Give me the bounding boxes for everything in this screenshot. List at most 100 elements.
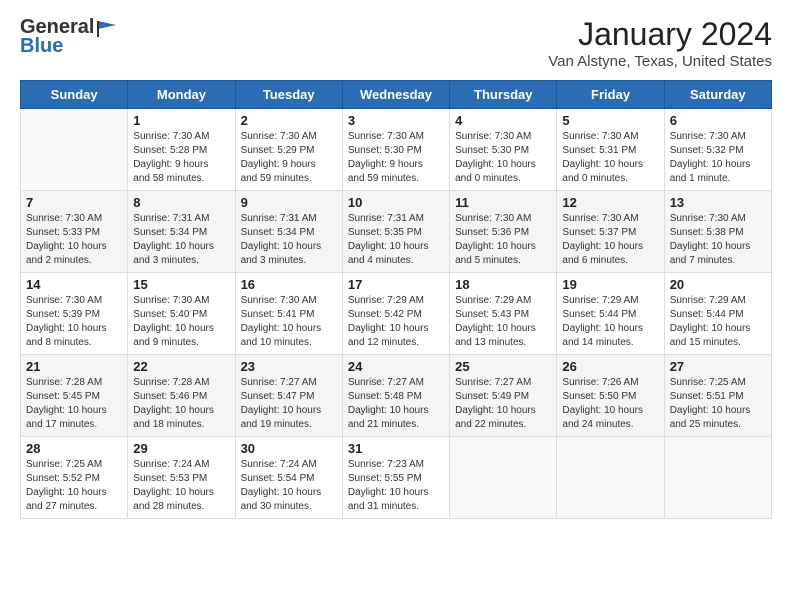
day-cell: 20 Sunrise: 7:29 AM Sunset: 5:44 PM Dayli…: [664, 273, 771, 355]
day-cell: 30Sunrise: 7:24 AM Sunset: 5:54 PM Dayli…: [235, 437, 342, 519]
calendar-table: SundayMondayTuesdayWednesdayThursdayFrid…: [20, 80, 772, 519]
day-cell: 14Sunrise: 7:30 AM Sunset: 5:39 PM Dayli…: [21, 273, 128, 355]
day-number: 10: [348, 195, 444, 210]
header-thursday: Thursday: [450, 81, 557, 109]
day-number: 5: [562, 113, 658, 128]
day-cell: 16 Sunrise: 7:30 AM Sunset: 5:41 PM Dayli…: [235, 273, 342, 355]
day-info: Sunrise: 7:30 AM Sunset: 5:29 PM Dayligh…: [241, 130, 337, 186]
day-cell: 4 Sunrise: 7:30 AM Sunset: 5:30 PM Daylig…: [450, 109, 557, 191]
logo-flag-icon: [96, 19, 118, 37]
header-row: SundayMondayTuesdayWednesdayThursdayFrid…: [21, 81, 772, 109]
day-number: 1: [133, 113, 229, 128]
day-number: 28: [26, 441, 122, 456]
day-number: 20: [670, 277, 766, 292]
day-info: Sunrise: 7:30 AM Sunset: 5:33 PM Dayligh…: [26, 212, 122, 268]
day-info: Sunrise: 7:31 AM Sunset: 5:35 PM Dayligh…: [348, 212, 444, 268]
day-cell: [664, 437, 771, 519]
week-row-2: 7 Sunrise: 7:30 AM Sunset: 5:33 PM Daylig…: [21, 191, 772, 273]
day-number: 4: [455, 113, 551, 128]
day-number: 15: [133, 277, 229, 292]
day-cell: 25 Sunrise: 7:27 AM Sunset: 5:49 PM Dayli…: [450, 355, 557, 437]
day-number: 19: [562, 277, 658, 292]
day-cell: 7 Sunrise: 7:30 AM Sunset: 5:33 PM Daylig…: [21, 191, 128, 273]
day-number: 14: [26, 277, 122, 292]
day-info: Sunrise: 7:30 AM Sunset: 5:36 PM Dayligh…: [455, 212, 551, 268]
logo-blue: Blue: [20, 35, 63, 58]
day-cell: 17 Sunrise: 7:29 AM Sunset: 5:42 PM Dayli…: [342, 273, 449, 355]
day-cell: 1 Sunrise: 7:30 AM Sunset: 5:28 PM Daylig…: [128, 109, 235, 191]
day-info: Sunrise: 7:30 AM Sunset: 5:28 PM Dayligh…: [133, 130, 229, 186]
week-row-1: 1 Sunrise: 7:30 AM Sunset: 5:28 PM Daylig…: [21, 109, 772, 191]
day-info: Sunrise: 7:31 AM Sunset: 5:34 PM Dayligh…: [133, 212, 229, 268]
day-number: 18: [455, 277, 551, 292]
day-cell: 15Sunrise: 7:30 AM Sunset: 5:40 PM Dayli…: [128, 273, 235, 355]
day-number: 24: [348, 359, 444, 374]
day-cell: 18 Sunrise: 7:29 AM Sunset: 5:43 PM Dayli…: [450, 273, 557, 355]
day-info: Sunrise: 7:30 AM Sunset: 5:32 PM Dayligh…: [670, 130, 766, 186]
day-cell: 29Sunrise: 7:24 AM Sunset: 5:53 PM Dayli…: [128, 437, 235, 519]
day-cell: 13 Sunrise: 7:30 AM Sunset: 5:38 PM Dayli…: [664, 191, 771, 273]
day-info: Sunrise: 7:27 AM Sunset: 5:49 PM Dayligh…: [455, 376, 551, 432]
day-number: 23: [241, 359, 337, 374]
day-number: 2: [241, 113, 337, 128]
day-info: Sunrise: 7:30 AM Sunset: 5:41 PM Dayligh…: [241, 294, 337, 350]
day-info: Sunrise: 7:29 AM Sunset: 5:44 PM Dayligh…: [670, 294, 766, 350]
day-number: 21: [26, 359, 122, 374]
day-cell: 27 Sunrise: 7:25 AM Sunset: 5:51 PM Dayli…: [664, 355, 771, 437]
day-number: 17: [348, 277, 444, 292]
day-info: Sunrise: 7:25 AM Sunset: 5:51 PM Dayligh…: [670, 376, 766, 432]
day-info: Sunrise: 7:30 AM Sunset: 5:31 PM Dayligh…: [562, 130, 658, 186]
day-cell: [450, 437, 557, 519]
logo: General Blue: [20, 16, 120, 58]
day-info: Sunrise: 7:26 AM Sunset: 5:50 PM Dayligh…: [562, 376, 658, 432]
day-info: Sunrise: 7:29 AM Sunset: 5:44 PM Dayligh…: [562, 294, 658, 350]
day-info: Sunrise: 7:29 AM Sunset: 5:42 PM Dayligh…: [348, 294, 444, 350]
day-number: 3: [348, 113, 444, 128]
day-number: 25: [455, 359, 551, 374]
day-cell: [21, 109, 128, 191]
day-info: Sunrise: 7:30 AM Sunset: 5:38 PM Dayligh…: [670, 212, 766, 268]
week-row-3: 14Sunrise: 7:30 AM Sunset: 5:39 PM Dayli…: [21, 273, 772, 355]
header-tuesday: Tuesday: [235, 81, 342, 109]
calendar-header: SundayMondayTuesdayWednesdayThursdayFrid…: [21, 81, 772, 109]
day-cell: 11Sunrise: 7:30 AM Sunset: 5:36 PM Dayli…: [450, 191, 557, 273]
day-number: 12: [562, 195, 658, 210]
day-cell: 8Sunrise: 7:31 AM Sunset: 5:34 PM Daylig…: [128, 191, 235, 273]
day-cell: 6Sunrise: 7:30 AM Sunset: 5:32 PM Daylig…: [664, 109, 771, 191]
day-cell: 10 Sunrise: 7:31 AM Sunset: 5:35 PM Dayli…: [342, 191, 449, 273]
day-cell: 19 Sunrise: 7:29 AM Sunset: 5:44 PM Dayli…: [557, 273, 664, 355]
day-cell: 3Sunrise: 7:30 AM Sunset: 5:30 PM Daylig…: [342, 109, 449, 191]
day-number: 29: [133, 441, 229, 456]
page-subtitle: Van Alstyne, Texas, United States: [548, 53, 772, 70]
day-info: Sunrise: 7:28 AM Sunset: 5:45 PM Dayligh…: [26, 376, 122, 432]
day-cell: 9Sunrise: 7:31 AM Sunset: 5:34 PM Daylig…: [235, 191, 342, 273]
day-number: 31: [348, 441, 444, 456]
day-number: 26: [562, 359, 658, 374]
page-header: General Blue January 2024 Van Alstyne, T…: [20, 16, 772, 70]
day-number: 13: [670, 195, 766, 210]
day-number: 27: [670, 359, 766, 374]
header-sunday: Sunday: [21, 81, 128, 109]
week-row-4: 21 Sunrise: 7:28 AM Sunset: 5:45 PM Dayli…: [21, 355, 772, 437]
day-info: Sunrise: 7:25 AM Sunset: 5:52 PM Dayligh…: [26, 458, 122, 514]
day-cell: 21 Sunrise: 7:28 AM Sunset: 5:45 PM Dayli…: [21, 355, 128, 437]
day-info: Sunrise: 7:27 AM Sunset: 5:48 PM Dayligh…: [348, 376, 444, 432]
day-info: Sunrise: 7:30 AM Sunset: 5:30 PM Dayligh…: [455, 130, 551, 186]
header-wednesday: Wednesday: [342, 81, 449, 109]
day-cell: [557, 437, 664, 519]
day-number: 22: [133, 359, 229, 374]
day-cell: 12 Sunrise: 7:30 AM Sunset: 5:37 PM Dayli…: [557, 191, 664, 273]
day-info: Sunrise: 7:28 AM Sunset: 5:46 PM Dayligh…: [133, 376, 229, 432]
day-number: 7: [26, 195, 122, 210]
day-info: Sunrise: 7:30 AM Sunset: 5:37 PM Dayligh…: [562, 212, 658, 268]
calendar-body: 1 Sunrise: 7:30 AM Sunset: 5:28 PM Daylig…: [21, 109, 772, 519]
week-row-5: 28 Sunrise: 7:25 AM Sunset: 5:52 PM Dayli…: [21, 437, 772, 519]
day-cell: 23 Sunrise: 7:27 AM Sunset: 5:47 PM Dayli…: [235, 355, 342, 437]
day-info: Sunrise: 7:31 AM Sunset: 5:34 PM Dayligh…: [241, 212, 337, 268]
header-saturday: Saturday: [664, 81, 771, 109]
day-number: 16: [241, 277, 337, 292]
day-info: Sunrise: 7:29 AM Sunset: 5:43 PM Dayligh…: [455, 294, 551, 350]
day-cell: 2 Sunrise: 7:30 AM Sunset: 5:29 PM Daylig…: [235, 109, 342, 191]
day-info: Sunrise: 7:27 AM Sunset: 5:47 PM Dayligh…: [241, 376, 337, 432]
day-cell: 5 Sunrise: 7:30 AM Sunset: 5:31 PM Daylig…: [557, 109, 664, 191]
